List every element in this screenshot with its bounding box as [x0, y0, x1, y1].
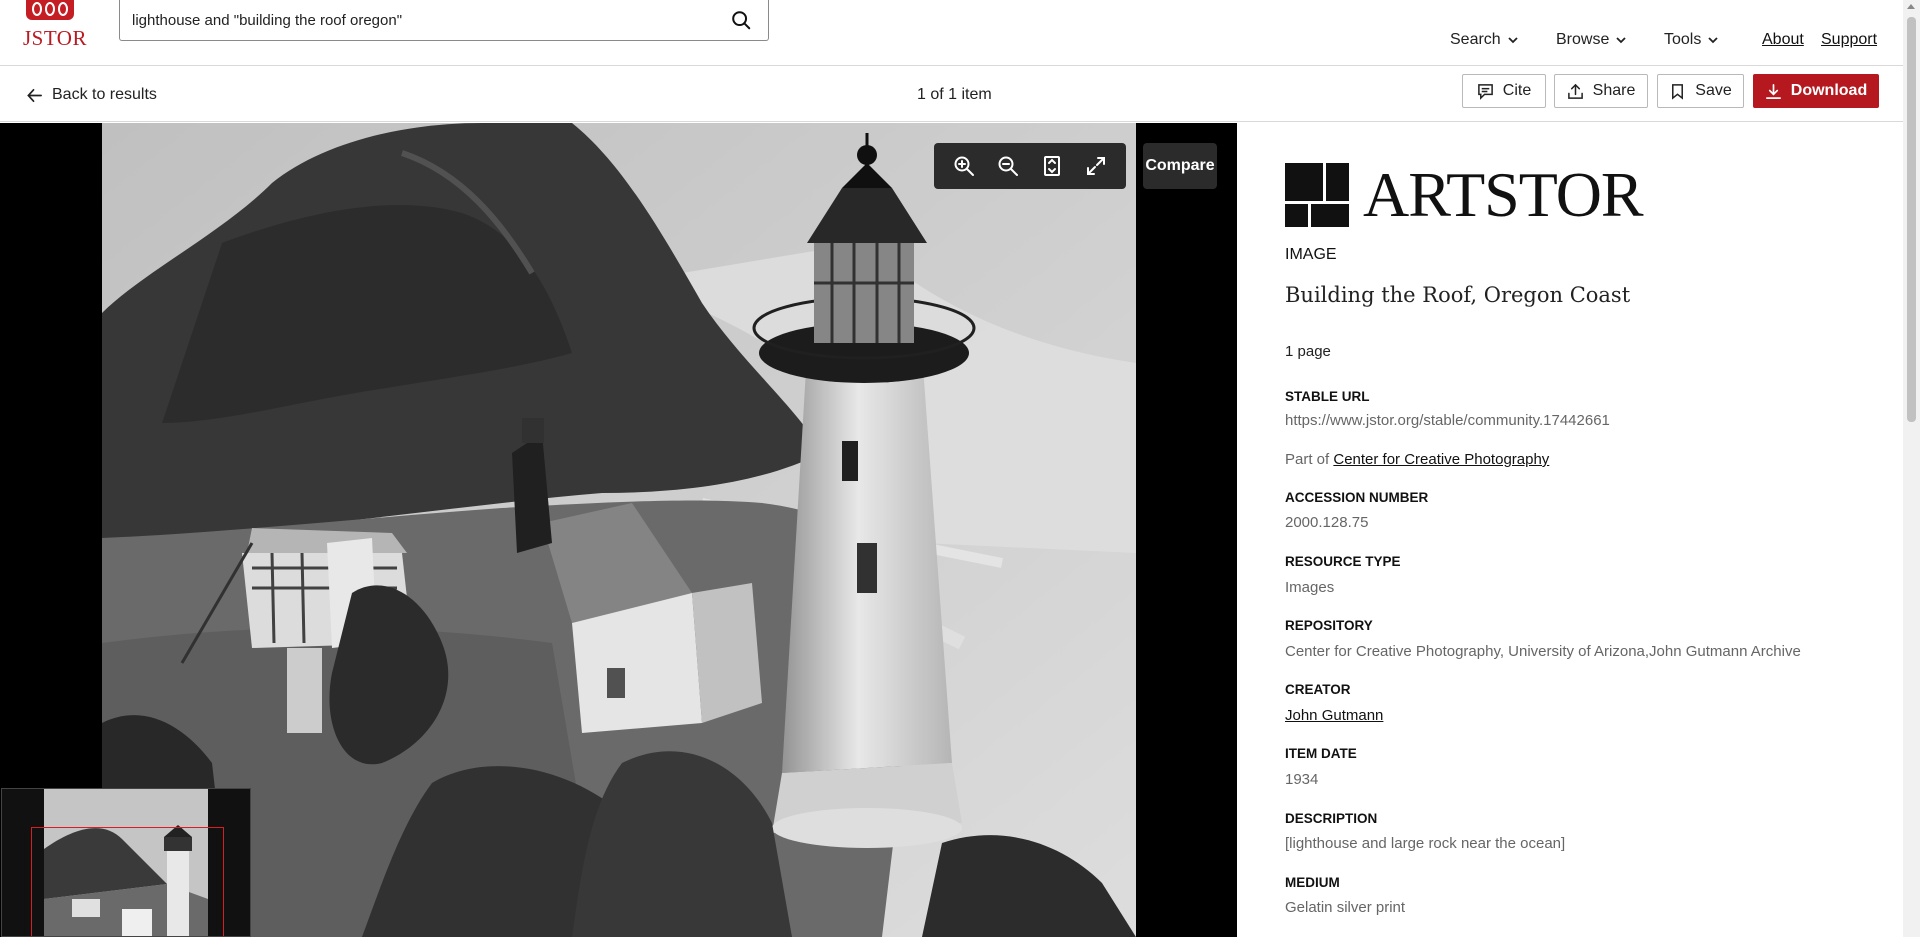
jstor-logo-mark: [26, 0, 74, 20]
description-value: [lighthouse and large rock near the ocea…: [1285, 835, 1566, 852]
medium-value: Gelatin silver print: [1285, 899, 1406, 916]
search-box: [119, 0, 769, 41]
medium-label: MEDIUM: [1285, 875, 1340, 890]
stable-url-label: STABLE URL: [1285, 389, 1370, 404]
nav-search-menu[interactable]: Search: [1450, 31, 1519, 49]
description-label: DESCRIPTION: [1285, 811, 1378, 826]
arrow-left-icon: [27, 88, 42, 102]
result-count: 1 of 1 item: [917, 86, 992, 103]
repository-value: Center for Creative Photography, Univers…: [1285, 643, 1801, 660]
chevron-down-icon: [1508, 37, 1518, 44]
page-scrollbar[interactable]: [1903, 0, 1920, 937]
cite-icon: [1477, 83, 1493, 100]
fullscreen-icon[interactable]: [1085, 155, 1107, 177]
chevron-down-icon: [1708, 37, 1718, 44]
compare-button[interactable]: Compare: [1143, 143, 1217, 189]
page-count: 1 page: [1285, 343, 1331, 360]
save-button[interactable]: Save: [1657, 74, 1744, 108]
nav-tools-menu[interactable]: Tools: [1664, 31, 1719, 49]
search-input[interactable]: [132, 9, 712, 31]
chevron-down-icon: [1616, 37, 1626, 44]
artstor-wordmark: ARTSTOR: [1363, 159, 1644, 230]
navigator-thumbnail[interactable]: [1, 788, 251, 937]
photo-illustration: [102, 123, 1136, 937]
nav-search-label: Search: [1450, 31, 1501, 48]
part-of: Part of Center for Creative Photography: [1285, 451, 1549, 468]
creator-label: CREATOR: [1285, 682, 1351, 697]
zoom-in-icon[interactable]: [953, 155, 975, 177]
artstor-logo: ARTSTOR: [1285, 159, 1644, 230]
viewport-indicator[interactable]: [31, 827, 224, 936]
cite-button[interactable]: Cite: [1462, 74, 1546, 108]
item-date-label: ITEM DATE: [1285, 746, 1357, 761]
item-details: ARTSTOR IMAGE Building the Roof, Oregon …: [1237, 123, 1903, 937]
download-label: Download: [1790, 82, 1868, 99]
scroll-up-arrow-icon[interactable]: [1907, 4, 1915, 9]
creator-link[interactable]: John Gutmann: [1285, 707, 1383, 724]
artstor-logo-mark: [1285, 163, 1349, 227]
nav-browse-label: Browse: [1556, 31, 1610, 48]
content-type: IMAGE: [1285, 246, 1337, 263]
collection-link[interactable]: Center for Creative Photography: [1333, 451, 1549, 468]
download-icon: [1765, 83, 1781, 99]
fit-to-screen-icon[interactable]: [1041, 155, 1063, 177]
accession-number-label: ACCESSION NUMBER: [1285, 490, 1429, 505]
lighthouse-photo[interactable]: [102, 123, 1136, 937]
resource-type-label: RESOURCE TYPE: [1285, 554, 1401, 569]
share-icon: [1567, 83, 1583, 99]
share-button[interactable]: Share: [1554, 74, 1648, 108]
jstor-logo-text: JSTOR: [23, 26, 87, 50]
stable-url-value[interactable]: https://www.jstor.org/stable/community.1…: [1285, 412, 1610, 429]
save-label: Save: [1695, 82, 1732, 99]
zoom-out-icon[interactable]: [997, 155, 1019, 177]
support-link[interactable]: Support: [1821, 31, 1877, 49]
item-toolbar: Back to results 1 of 1 item Cite Share S…: [0, 66, 1903, 122]
search-icon[interactable]: [730, 9, 752, 31]
repository-label: REPOSITORY: [1285, 618, 1373, 633]
accession-number-value: 2000.128.75: [1285, 514, 1369, 531]
scrollbar-thumb[interactable]: [1907, 17, 1916, 422]
nav-browse-menu[interactable]: Browse: [1556, 31, 1627, 49]
share-label: Share: [1592, 82, 1636, 99]
back-label: Back to results: [52, 86, 157, 103]
about-link[interactable]: About: [1762, 31, 1804, 49]
jstor-logo[interactable]: JSTOR: [22, 0, 92, 52]
part-of-prefix: Part of: [1285, 451, 1330, 468]
bookmark-icon: [1672, 83, 1684, 100]
resource-type-value: Images: [1285, 579, 1335, 596]
image-viewer[interactable]: Compare: [0, 123, 1237, 937]
back-to-results-link[interactable]: Back to results: [26, 86, 157, 104]
viewer-toolbar: [934, 143, 1126, 189]
item-title: Building the Roof, Oregon Coast: [1285, 283, 1631, 307]
nav-tools-label: Tools: [1664, 31, 1702, 48]
creator-value: John Gutmann: [1285, 707, 1383, 724]
cite-label: Cite: [1502, 82, 1532, 99]
download-button[interactable]: Download: [1753, 74, 1879, 108]
top-bar: JSTOR Search Browse Tools About Support: [0, 0, 1903, 66]
item-date-value: 1934: [1285, 771, 1319, 788]
